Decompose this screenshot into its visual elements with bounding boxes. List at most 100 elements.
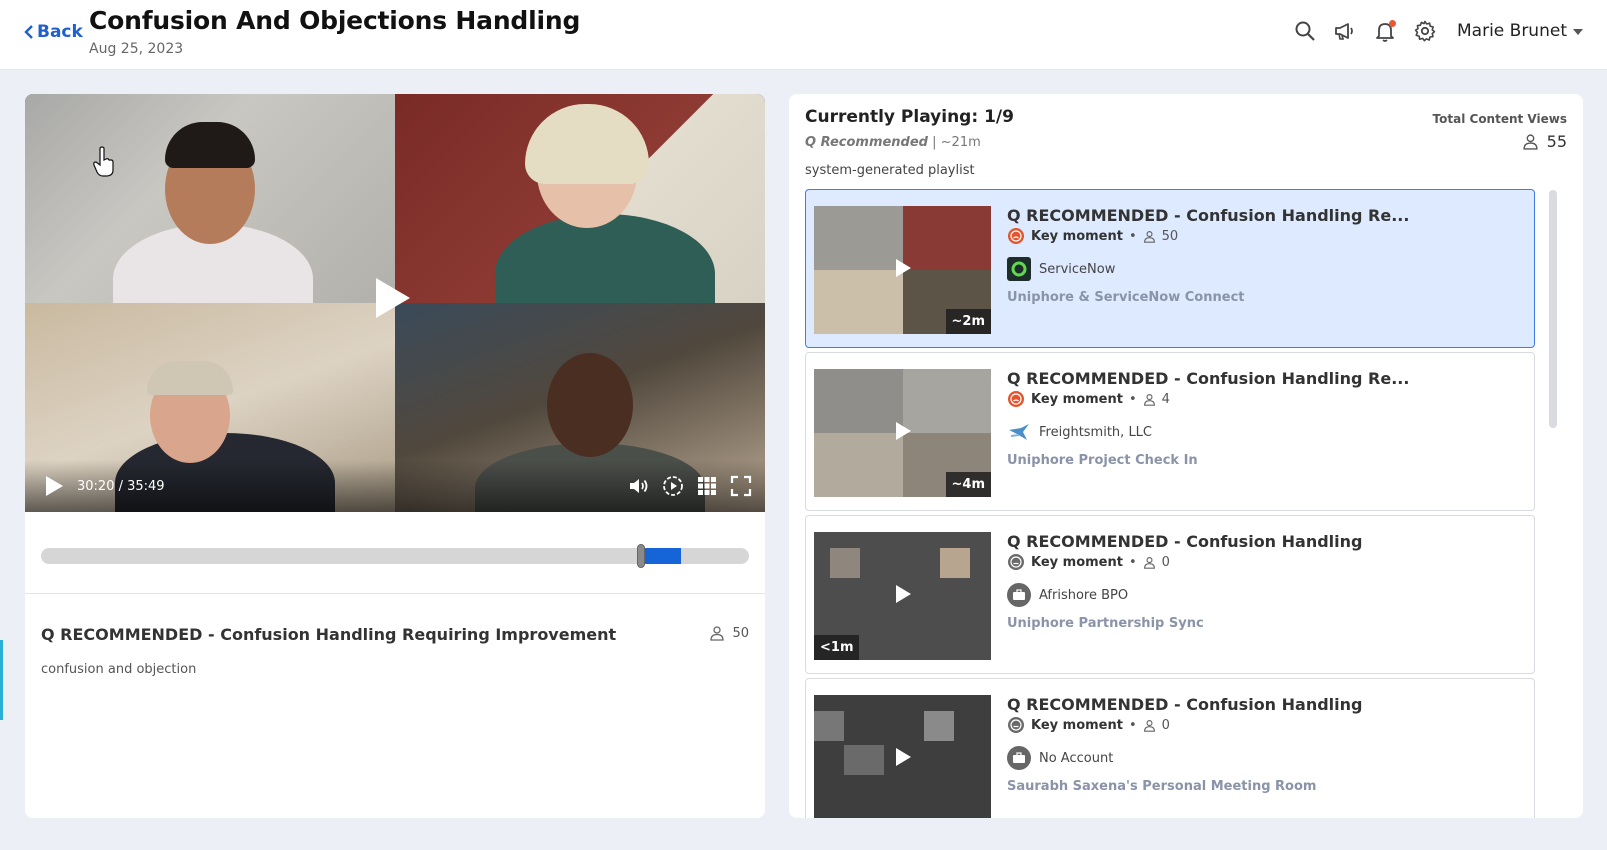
item-title: Q RECOMMENDED - Confusion Handling Re...: [1007, 369, 1410, 388]
frown-emotion-icon: [1008, 391, 1024, 407]
briefcase-icon: [1007, 746, 1031, 770]
briefcase-icon: [1007, 583, 1031, 607]
play-icon: [896, 585, 911, 603]
total-views-count: 55: [1546, 132, 1567, 151]
clip-timeline[interactable]: [41, 544, 749, 568]
playlist-type: system-generated playlist: [805, 163, 975, 178]
playlist-item[interactable]: <1m Q RECOMMENDED - Confusion Handling K…: [805, 515, 1535, 674]
servicenow-logo-icon: [1007, 257, 1031, 281]
fullscreen-icon[interactable]: [729, 474, 753, 498]
item-views: 0: [1161, 554, 1170, 570]
top-header: Back Confusion And Objections Handling A…: [0, 0, 1607, 70]
item-views: 50: [1161, 228, 1179, 244]
key-moment-tag: Key moment: [1031, 391, 1123, 407]
timeline-handle[interactable]: [636, 544, 645, 568]
item-title: Q RECOMMENDED - Confusion Handling: [1007, 695, 1363, 714]
clip-duration: <1m: [814, 635, 860, 660]
page-title: Confusion And Objections Handling: [89, 6, 581, 35]
time-display: 30:20 / 35:49: [77, 478, 165, 494]
person-icon: [710, 626, 725, 641]
account-name: No Account: [1039, 750, 1114, 766]
clip-views: 50: [709, 625, 749, 641]
total-views-label: Total Content Views: [1432, 112, 1567, 126]
video-player[interactable]: 30:20 / 35:49: [25, 94, 765, 512]
clip-duration: ~4m: [945, 472, 991, 497]
meeting-name[interactable]: Uniphore Partnership Sync: [1007, 616, 1204, 631]
volume-icon[interactable]: [627, 474, 651, 498]
currently-playing: Currently Playing: 1/9: [805, 107, 1014, 127]
bullet-separator: •: [1128, 554, 1137, 570]
bird-logo-icon: [1007, 420, 1031, 444]
search-icon[interactable]: [1293, 19, 1317, 43]
meeting-name[interactable]: Uniphore Project Check In: [1007, 453, 1198, 468]
playlist-item[interactable]: Q RECOMMENDED - Confusion Handling Key m…: [805, 678, 1535, 818]
clip-thumbnail[interactable]: ~4m: [814, 369, 991, 497]
play-icon: [896, 259, 911, 277]
video-participant-tile: [25, 94, 395, 303]
playlist-source: Q Recommended | ~21m: [805, 135, 981, 150]
hand-cursor-icon: [93, 146, 114, 177]
meeting-name[interactable]: Uniphore & ServiceNow Connect: [1007, 290, 1245, 305]
item-views: 4: [1161, 391, 1170, 407]
user-name: Marie Brunet: [1457, 21, 1567, 41]
playlist-duration: ~21m: [940, 135, 981, 150]
person-icon: [1523, 134, 1538, 150]
person-icon: [1143, 556, 1155, 569]
playlist-card: Currently Playing: 1/9 Q Recommended | ~…: [789, 94, 1583, 818]
bullet-separator: •: [1128, 717, 1137, 733]
play-overlay-icon[interactable]: [372, 276, 412, 320]
caret-down-icon: [1573, 29, 1583, 35]
playlist: ~2m Q RECOMMENDED - Confusion Handling R…: [805, 189, 1537, 818]
key-moment-tag: Key moment: [1031, 717, 1123, 733]
total-views: 55: [1522, 132, 1567, 151]
account-name: ServiceNow: [1039, 261, 1116, 277]
video-card: 30:20 / 35:49 Q RECOMMENDED - Confusion …: [25, 94, 765, 818]
playback-speed-icon[interactable]: [661, 474, 685, 498]
item-title: Q RECOMMENDED - Confusion Handling Re...: [1007, 206, 1410, 225]
playlist-item[interactable]: ~4m Q RECOMMENDED - Confusion Handling R…: [805, 352, 1535, 511]
account-name: Afrishore BPO: [1039, 587, 1129, 603]
chevron-left-icon: [24, 25, 33, 39]
clip-thumbnail[interactable]: ~2m: [814, 206, 991, 334]
playlist-item[interactable]: ~2m Q RECOMMENDED - Confusion Handling R…: [805, 189, 1535, 348]
divider: [25, 593, 765, 594]
meeting-name[interactable]: Saurabh Saxena's Personal Meeting Room: [1007, 779, 1316, 794]
gear-icon[interactable]: [1413, 19, 1437, 43]
account-name: Freightsmith, LLC: [1039, 424, 1153, 440]
accent-edge: [0, 640, 3, 720]
bullet-separator: •: [1128, 391, 1137, 407]
neutral-emotion-icon: [1008, 554, 1024, 570]
user-menu[interactable]: Marie Brunet: [1457, 21, 1583, 41]
play-icon: [896, 422, 911, 440]
key-moment-tag: Key moment: [1031, 228, 1123, 244]
clip-segment: [641, 548, 681, 564]
person-icon: [1143, 230, 1155, 243]
play-icon[interactable]: [43, 474, 65, 498]
item-views: 0: [1161, 717, 1170, 733]
clip-views-count: 50: [732, 625, 749, 641]
clip-thumbnail[interactable]: [814, 695, 991, 818]
notification-dot: [1389, 20, 1396, 27]
bell-icon[interactable]: [1373, 19, 1397, 43]
page-date: Aug 25, 2023: [89, 41, 184, 57]
video-controls: 30:20 / 35:49: [25, 460, 765, 512]
person-icon: [1143, 393, 1155, 406]
back-label: Back: [37, 22, 83, 42]
play-icon: [896, 748, 911, 766]
key-moment-tag: Key moment: [1031, 554, 1123, 570]
frown-emotion-icon: [1008, 228, 1024, 244]
grid-layout-icon[interactable]: [695, 474, 719, 498]
neutral-emotion-icon: [1008, 717, 1024, 733]
playlist-scrollbar[interactable]: [1549, 190, 1557, 428]
bullet-separator: •: [1128, 228, 1137, 244]
clip-thumbnail[interactable]: <1m: [814, 532, 991, 660]
item-title: Q RECOMMENDED - Confusion Handling: [1007, 532, 1363, 551]
clip-duration: ~2m: [945, 309, 991, 334]
clip-description: confusion and objection: [41, 662, 197, 677]
video-participant-tile: [395, 94, 765, 303]
playlist-source-name: Q Recommended: [805, 135, 928, 150]
clip-title: Q RECOMMENDED - Confusion Handling Requi…: [41, 625, 617, 644]
person-icon: [1143, 719, 1155, 732]
back-button[interactable]: Back: [24, 22, 83, 42]
megaphone-icon[interactable]: [1333, 19, 1357, 43]
